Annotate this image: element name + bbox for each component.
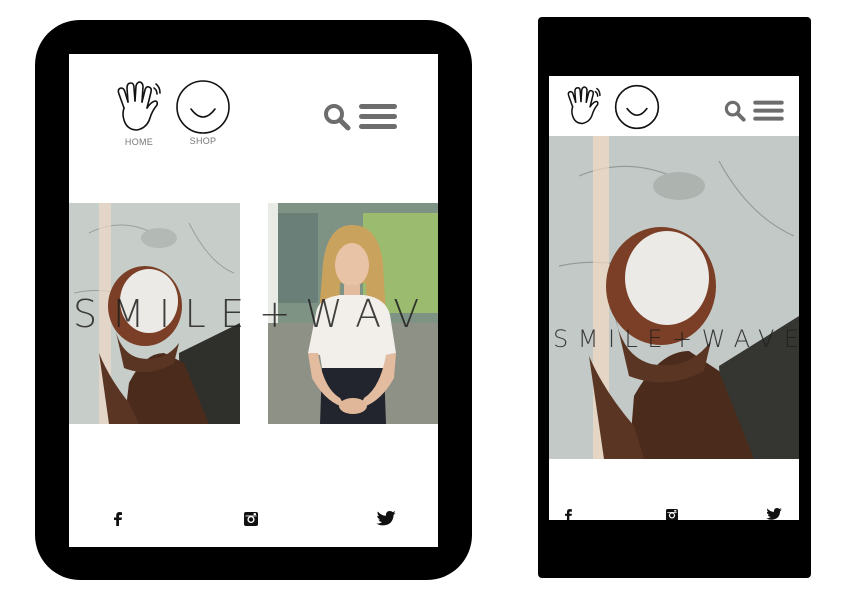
instagram-icon <box>244 512 258 526</box>
tablet-screen: HOME SHOP SMILE+WAVE <box>69 54 438 547</box>
phone-nav-home[interactable] <box>562 84 606 133</box>
nav-home[interactable]: HOME <box>110 78 168 147</box>
facebook-link[interactable] <box>114 512 122 531</box>
wave-hand-icon <box>567 86 601 125</box>
search-icon <box>324 104 351 131</box>
nav-shop[interactable]: SHOP <box>175 79 231 146</box>
phone-device: SMILE+WAVE <box>538 17 811 578</box>
hamburger-menu-icon <box>753 100 784 121</box>
hamburger-menu-icon <box>359 104 397 129</box>
nav-home-label: HOME <box>124 137 154 147</box>
search-button[interactable] <box>323 103 351 136</box>
photo-coconut-bowl <box>69 203 240 424</box>
photo-woman-portrait <box>268 203 438 424</box>
phone-facebook-link[interactable] <box>565 508 572 520</box>
search-icon <box>724 100 746 122</box>
facebook-icon <box>565 509 572 520</box>
smile-face-icon <box>614 84 660 130</box>
instagram-icon <box>666 509 678 520</box>
menu-button[interactable] <box>359 102 397 137</box>
phone-screen: SMILE+WAVE <box>549 76 799 520</box>
instagram-link[interactable] <box>244 512 258 531</box>
phone-twitter-link[interactable] <box>766 508 782 520</box>
facebook-icon <box>114 512 122 526</box>
wave-hand-icon <box>117 81 161 131</box>
phone-photo-coconut-bowl <box>549 136 799 459</box>
twitter-link[interactable] <box>376 511 396 532</box>
nav-shop-label: SHOP <box>189 136 217 146</box>
twitter-icon <box>766 508 782 520</box>
tablet-device: HOME SHOP SMILE+WAVE <box>35 20 472 580</box>
twitter-icon <box>376 511 396 526</box>
phone-instagram-link[interactable] <box>666 508 678 520</box>
phone-menu-button[interactable] <box>753 99 784 128</box>
smile-face-icon <box>176 80 230 134</box>
phone-search-button[interactable] <box>724 100 746 127</box>
phone-nav-shop[interactable] <box>614 84 660 135</box>
